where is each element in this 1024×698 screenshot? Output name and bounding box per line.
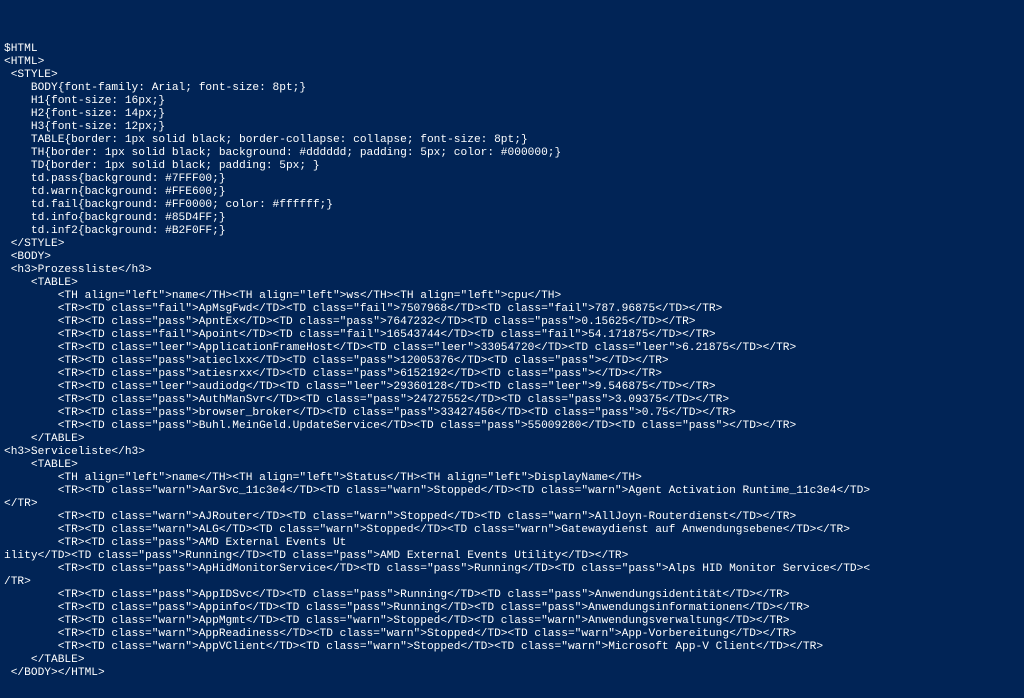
code-content: $HTML <HTML> <STYLE> BODY{font-family: A… bbox=[4, 43, 870, 679]
